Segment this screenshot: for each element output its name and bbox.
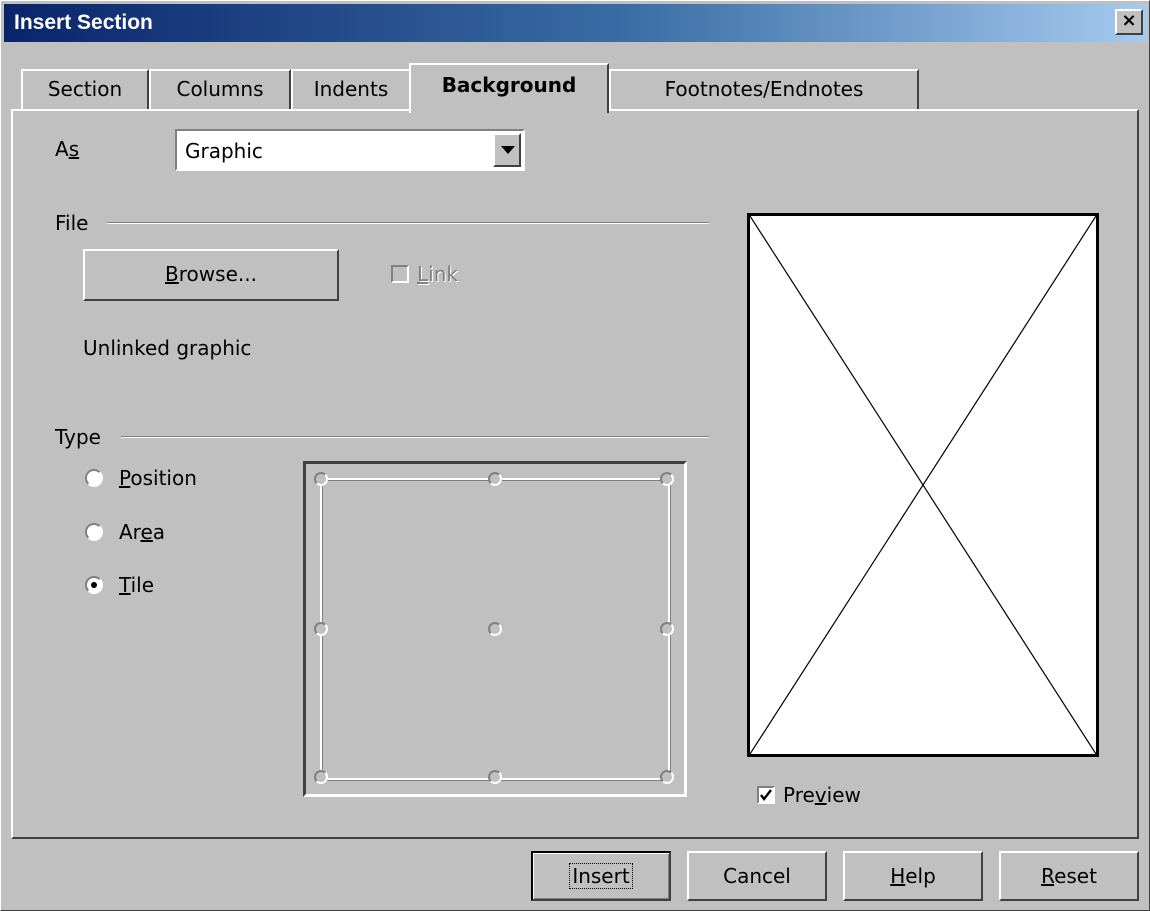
graphic-link-status: Unlinked graphic [83, 336, 252, 360]
tab-label: Indents [313, 77, 389, 101]
preview-area [747, 213, 1099, 757]
position-point-icon[interactable] [660, 770, 674, 784]
link-checkbox[interactable] [391, 265, 409, 283]
tab-label: Footnotes/Endnotes [664, 77, 864, 101]
position-point-icon[interactable] [314, 770, 328, 784]
cancel-button[interactable]: Cancel [687, 851, 827, 901]
radio-tile-label: Tile [119, 573, 155, 597]
radio-tile[interactable] [85, 576, 103, 594]
insert-section-dialog: Insert Section × Section Columns Indents… [0, 0, 1150, 911]
help-button-label: Help [890, 864, 936, 888]
radio-position[interactable] [85, 469, 103, 487]
tab-label: Section [47, 77, 123, 101]
insert-button[interactable]: Insert [531, 851, 671, 901]
radio-area[interactable] [85, 523, 103, 541]
checkmark-icon [760, 789, 772, 801]
as-dropdown-value: Graphic [185, 139, 263, 163]
dropdown-arrow-icon[interactable] [493, 133, 521, 167]
type-group-label: Type [55, 425, 101, 449]
background-tab-panel: As Graphic File Browse... Link Unlinked … [11, 109, 1139, 839]
preview-placeholder-icon [750, 216, 1096, 754]
file-group-divider [107, 222, 709, 224]
position-point-icon[interactable] [314, 622, 328, 636]
close-button[interactable]: × [1115, 9, 1143, 35]
position-point-icon[interactable] [488, 622, 502, 636]
position-selector [303, 461, 687, 797]
reset-button[interactable]: Reset [999, 851, 1139, 901]
radio-position-label: Position [119, 466, 197, 490]
position-point-icon[interactable] [314, 472, 328, 486]
preview-label: Preview [783, 783, 861, 807]
as-label: As [55, 137, 80, 161]
title-bar[interactable]: Insert Section × [4, 4, 1147, 42]
as-dropdown[interactable]: Graphic [175, 129, 525, 171]
insert-button-label: Insert [569, 863, 633, 889]
close-icon: × [1121, 10, 1137, 31]
cancel-button-label: Cancel [723, 864, 791, 888]
tab-footnotes-endnotes[interactable]: Footnotes/Endnotes [609, 69, 919, 109]
window-title: Insert Section [14, 11, 153, 34]
file-group-label: File [55, 211, 89, 235]
position-point-icon[interactable] [488, 472, 502, 486]
radio-area-label: Area [119, 520, 166, 544]
tab-section[interactable]: Section [21, 69, 149, 109]
position-point-icon[interactable] [488, 770, 502, 784]
browse-button[interactable]: Browse... [83, 249, 339, 301]
preview-checkbox[interactable] [757, 786, 775, 804]
position-point-icon[interactable] [660, 472, 674, 486]
tab-indents[interactable]: Indents [291, 69, 409, 109]
link-label: Link [417, 262, 458, 286]
tab-label: Columns [176, 77, 264, 101]
reset-button-label: Reset [1041, 864, 1097, 888]
position-point-icon[interactable] [660, 622, 674, 636]
type-group-divider [121, 436, 709, 438]
tab-label: Background [441, 73, 577, 97]
tab-columns[interactable]: Columns [149, 69, 291, 109]
browse-button-label: Browse... [165, 262, 257, 286]
tab-background[interactable]: Background [409, 63, 609, 113]
help-button[interactable]: Help [843, 851, 983, 901]
